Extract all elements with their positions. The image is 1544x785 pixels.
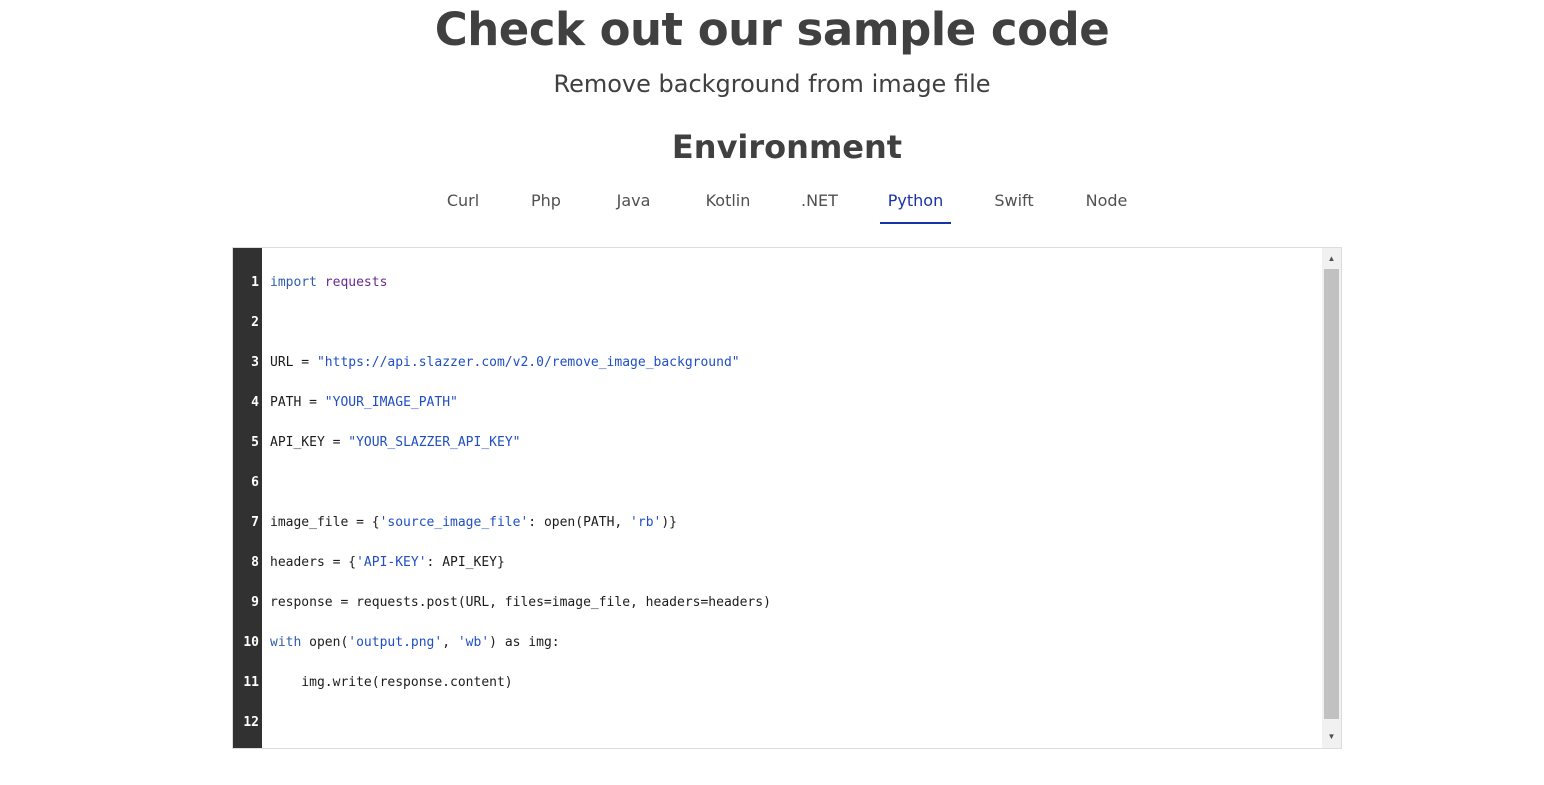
tab-node[interactable]: Node xyxy=(1085,186,1128,222)
line-number: 10 xyxy=(243,635,259,650)
triangle-down-icon[interactable]: ▼ xyxy=(1322,728,1341,746)
code-line: API_KEY = "YOUR_SLAZZER_API_KEY" xyxy=(270,435,521,450)
code-line: response = requests.post(URL, files=imag… xyxy=(270,595,771,610)
line-number: 6 xyxy=(251,475,259,490)
page-subtitle: Remove background from image file xyxy=(553,70,991,98)
line-number: 12 xyxy=(243,715,259,730)
environment-heading: Environment xyxy=(671,128,903,166)
line-number: 2 xyxy=(251,315,259,330)
code-line: PATH = "YOUR_IMAGE_PATH" xyxy=(270,395,458,410)
line-number: 5 xyxy=(251,435,259,450)
line-number: 8 xyxy=(251,555,259,570)
tab-dotnet[interactable]: .NET xyxy=(801,186,838,222)
line-number: 7 xyxy=(251,515,259,530)
line-number: 11 xyxy=(243,675,259,690)
line-number: 3 xyxy=(251,355,259,370)
code-line: image_file = {'source_image_file': open(… xyxy=(270,515,678,530)
tab-swift[interactable]: Swift xyxy=(994,186,1034,222)
line-number: 9 xyxy=(251,595,259,610)
vertical-scrollbar[interactable]: ▲ ▼ xyxy=(1322,248,1341,748)
line-number: 1 xyxy=(251,275,259,290)
code-line: headers = {'API-KEY': API_KEY} xyxy=(270,555,505,570)
line-number-gutter: 1 2 3 4 5 6 7 8 9 10 11 12 xyxy=(233,248,262,748)
language-tabs: Curl Php Java Kotlin .NET Python Swift N… xyxy=(0,186,1544,224)
line-number: 4 xyxy=(251,395,259,410)
code-line: URL = "https://api.slazzer.com/v2.0/remo… xyxy=(270,355,740,370)
tab-python[interactable]: Python xyxy=(880,186,951,224)
code-line: with open('output.png', 'wb') as img: xyxy=(270,635,560,650)
code-editor[interactable]: 1 2 3 4 5 6 7 8 9 10 11 12 import reques… xyxy=(232,247,1342,749)
scrollbar-thumb[interactable] xyxy=(1324,269,1339,719)
tab-php[interactable]: Php xyxy=(530,186,562,222)
code-line: img.write(response.content) xyxy=(270,675,513,690)
triangle-up-icon[interactable]: ▲ xyxy=(1322,250,1341,268)
page-title: Check out our sample code xyxy=(434,3,1110,56)
tab-kotlin[interactable]: Kotlin xyxy=(705,186,751,222)
tab-java[interactable]: Java xyxy=(613,186,654,222)
tab-curl[interactable]: Curl xyxy=(446,186,480,222)
code-line: import requests xyxy=(270,275,388,290)
